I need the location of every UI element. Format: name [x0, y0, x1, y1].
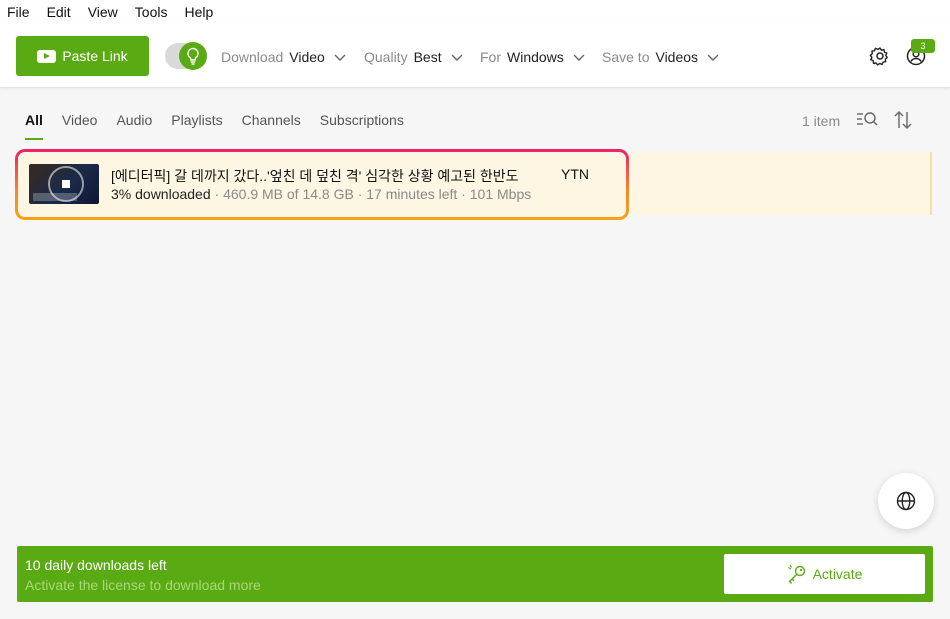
platform-label: For: [480, 49, 501, 65]
gear-icon[interactable]: [869, 45, 891, 67]
download-type-label: Download: [221, 49, 284, 65]
menu-view[interactable]: View: [88, 4, 118, 20]
tab-all[interactable]: All: [25, 110, 43, 140]
globe-icon: [896, 491, 916, 511]
platform-value: Windows: [507, 49, 564, 65]
menu-bar: File Edit View Tools Help: [0, 0, 950, 24]
chevron-down-icon: [451, 54, 463, 61]
activate-label: Activate: [812, 566, 863, 582]
tab-subscriptions[interactable]: Subscriptions: [320, 110, 404, 140]
download-type-value: Video: [289, 49, 325, 65]
key-icon: [787, 564, 805, 584]
menu-edit[interactable]: Edit: [47, 4, 71, 20]
chevron-down-icon: [573, 54, 585, 61]
download-channel: YTN: [561, 166, 589, 182]
chevron-down-icon: [334, 54, 346, 61]
menu-help[interactable]: Help: [184, 4, 213, 20]
item-count: 1 item: [802, 113, 841, 129]
tab-audio[interactable]: Audio: [116, 110, 152, 140]
quality-value: Best: [413, 49, 442, 65]
activate-button[interactable]: Activate: [724, 554, 925, 594]
download-details: · 460.9 MB of 14.8 GB · 17 minutes left …: [214, 186, 532, 202]
toolbar: Paste Link Download Video Quality Best F…: [0, 24, 950, 88]
download-status: 3% downloaded · 460.9 MB of 14.8 GB · 17…: [111, 186, 531, 202]
quality-dropdown[interactable]: Quality Best: [364, 48, 464, 66]
tab-channels[interactable]: Channels: [242, 110, 301, 140]
save-location-value: Videos: [655, 49, 699, 65]
download-type-dropdown[interactable]: Download Video: [221, 48, 347, 66]
filter-tabs: All Video Audio Playlists Channels Subsc…: [25, 110, 404, 140]
browser-button[interactable]: [878, 473, 934, 529]
save-location-dropdown[interactable]: Save to Videos: [602, 48, 720, 66]
menu-file[interactable]: File: [7, 4, 30, 20]
tab-playlists[interactable]: Playlists: [171, 110, 222, 140]
download-title: [에디터픽] 갈 데까지 갔다..'엎친 데 덮친 격' 심각한 상황 예고된 …: [111, 168, 519, 184]
lightbulb-icon: [179, 42, 207, 70]
daily-downloads-left: 10 daily downloads left: [25, 557, 167, 573]
search-list-icon[interactable]: [856, 110, 878, 130]
paste-link-label: Paste Link: [62, 48, 128, 64]
quality-label: Quality: [364, 49, 408, 65]
tab-video[interactable]: Video: [62, 110, 98, 140]
save-location-label: Save to: [602, 49, 650, 65]
youtube-icon: [37, 49, 57, 63]
download-progress: 3% downloaded: [111, 186, 211, 202]
menu-tools[interactable]: Tools: [135, 4, 168, 20]
stop-icon[interactable]: [62, 180, 70, 188]
notification-badge: 3: [911, 39, 935, 53]
video-thumbnail[interactable]: [29, 164, 99, 204]
sort-icon[interactable]: [893, 110, 913, 130]
smart-mode-toggle[interactable]: [165, 42, 207, 70]
license-hint: Activate the license to download more: [25, 577, 261, 593]
platform-dropdown[interactable]: For Windows: [480, 48, 586, 66]
paste-link-button[interactable]: Paste Link: [16, 36, 149, 76]
chevron-down-icon: [707, 54, 719, 61]
